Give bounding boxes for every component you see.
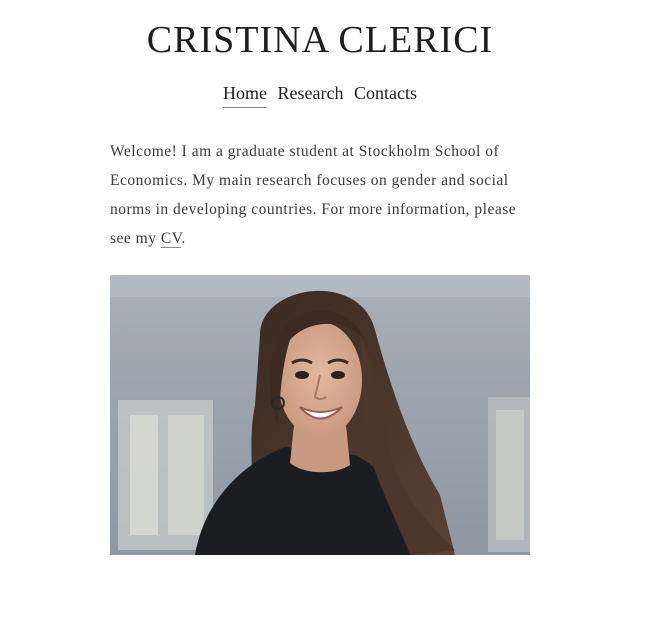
- intro-paragraph: Welcome! I am a graduate student at Stoc…: [110, 137, 540, 253]
- main-nav: Home Research Contacts: [0, 83, 640, 108]
- intro-text-end: .: [181, 230, 186, 247]
- site-title[interactable]: CRISTINA CLERICI: [0, 18, 640, 62]
- cv-link[interactable]: CV: [160, 230, 182, 248]
- portrait-photo: [110, 275, 530, 555]
- nav-item-home[interactable]: Home: [223, 83, 268, 108]
- nav-item-contacts[interactable]: Contacts: [354, 83, 417, 107]
- nav-item-research[interactable]: Research: [278, 83, 344, 107]
